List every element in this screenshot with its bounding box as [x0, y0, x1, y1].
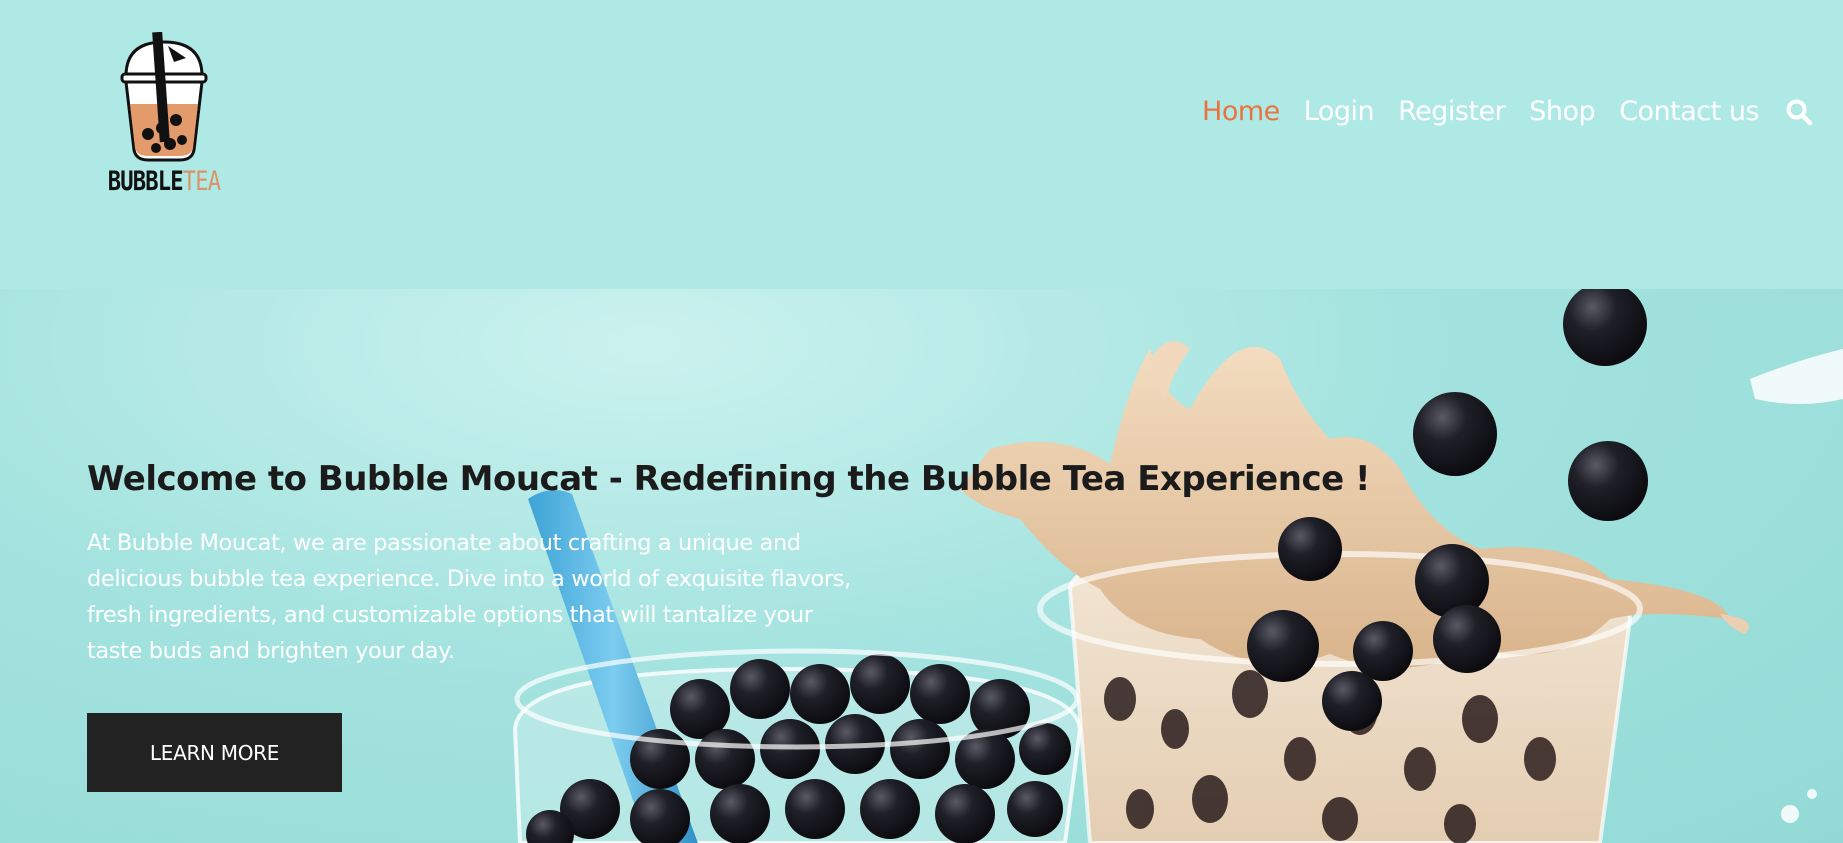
hero-description: At Bubble Moucat, we are passionate abou…	[87, 525, 937, 669]
hero-section: Welcome to Bubble Moucat - Redefining th…	[0, 289, 1843, 843]
hero-title: Welcome to Bubble Moucat - Redefining th…	[87, 459, 1371, 499]
nav-contact-link[interactable]: Contact us	[1619, 96, 1759, 127]
brand-logo[interactable]: BUBBLETEA	[94, 32, 234, 202]
nav-home-link[interactable]: Home	[1202, 96, 1280, 127]
search-icon[interactable]	[1785, 98, 1813, 126]
main-nav: Home Login Register Shop Contact us	[1202, 96, 1813, 127]
learn-more-button[interactable]: LEARN MORE	[87, 713, 342, 792]
brand-word-bubble: BUBBLE	[107, 166, 184, 197]
brand-name: BUBBLETEA	[107, 166, 222, 197]
hero-description-line: taste buds and brighten your day.	[87, 638, 455, 664]
nav-shop-link[interactable]: Shop	[1529, 96, 1595, 127]
hero-description-line: fresh ingredients, and customizable opti…	[87, 602, 813, 628]
site-header: BUBBLETEA Home Login Register Shop Conta…	[0, 0, 1843, 289]
nav-login-link[interactable]: Login	[1304, 96, 1375, 127]
brand-word-tea: TEA	[182, 166, 221, 197]
hero-description-line: delicious bubble tea experience. Dive in…	[87, 566, 851, 592]
hero-description-line: At Bubble Moucat, we are passionate abou…	[87, 530, 801, 556]
bubble-tea-cup-icon	[120, 32, 208, 162]
nav-register-link[interactable]: Register	[1398, 96, 1506, 127]
